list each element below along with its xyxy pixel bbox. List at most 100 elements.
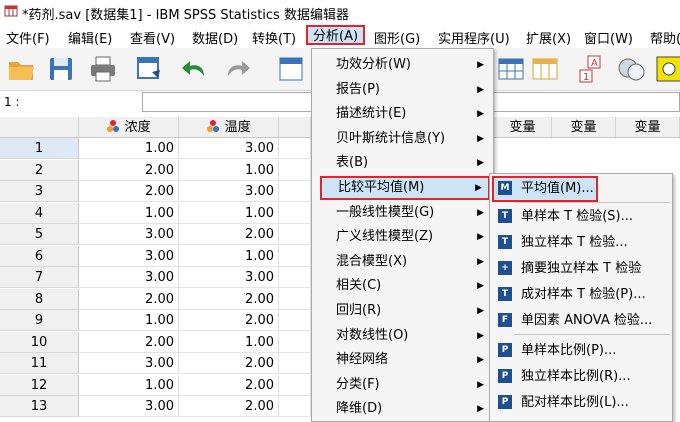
cell-empty[interactable] <box>279 331 311 353</box>
goto-case-icon[interactable] <box>276 54 306 84</box>
column-header-var[interactable]: 变量 <box>552 117 616 138</box>
cell-concentration[interactable]: 1.00 <box>79 202 179 224</box>
compare-means-item[interactable]: P 单样本比例(P)... <box>494 338 670 364</box>
column-header-var[interactable]: 变量 <box>494 117 552 138</box>
cell-empty[interactable] <box>279 267 311 288</box>
cell-concentration[interactable]: 1.00 <box>79 310 179 331</box>
cell-empty[interactable] <box>279 374 311 396</box>
menu-analyze[interactable]: 分析(A) <box>306 25 366 45</box>
row-number[interactable]: 1 <box>0 138 79 159</box>
analyze-menu-item[interactable]: 一般线性模型(G) ▶ <box>336 201 492 225</box>
compare-means-item[interactable]: F 单因素 ANOVA 检验... <box>494 308 670 334</box>
cell-temperature[interactable]: 1.00 <box>179 159 279 181</box>
row-number[interactable]: 11 <box>0 353 79 374</box>
row-number[interactable]: 8 <box>0 288 79 310</box>
cell-temperature[interactable]: 2.00 <box>179 396 279 417</box>
analyze-menu-item[interactable]: 相关(C) ▶ <box>336 274 492 298</box>
row-number[interactable]: 9 <box>0 310 79 331</box>
column-header-temperature[interactable]: 温度 <box>179 117 279 138</box>
menu-transform[interactable]: 转换(T) <box>252 28 296 47</box>
data-grid-icon[interactable] <box>496 54 526 84</box>
cell-empty[interactable] <box>279 224 311 245</box>
cell-empty[interactable] <box>279 245 311 267</box>
compare-means-item[interactable]: T 成对样本 T 检验(P)... <box>494 282 670 308</box>
undo-icon[interactable] <box>180 54 210 84</box>
cell-concentration[interactable]: 1.00 <box>79 138 179 159</box>
analyze-menu-item[interactable]: 贝叶斯统计信息(Y) ▶ <box>336 127 492 151</box>
cell-temperature[interactable]: 2.00 <box>179 224 279 245</box>
analyze-menu-item[interactable]: 分类(F) ▶ <box>336 373 492 397</box>
cell-concentration[interactable]: 2.00 <box>79 331 179 353</box>
analyze-menu-item[interactable]: 降维(D) ▶ <box>336 397 492 421</box>
row-number[interactable]: 3 <box>0 181 79 202</box>
row-number[interactable]: 6 <box>0 245 79 267</box>
cell-empty[interactable] <box>279 396 311 417</box>
cell-empty[interactable] <box>279 353 311 374</box>
analyze-menu-item[interactable]: 回归(R) ▶ <box>336 299 492 323</box>
analyze-menu-item[interactable]: 报告(P) ▶ <box>336 78 492 102</box>
analyze-menu-item[interactable]: 混合模型(X) ▶ <box>336 250 492 274</box>
menu-help[interactable]: 帮助(H) <box>650 28 680 47</box>
compare-means-item[interactable]: T 单样本 T 检验(S)... <box>494 204 670 230</box>
row-number[interactable]: 4 <box>0 202 79 224</box>
print-icon[interactable] <box>88 54 118 84</box>
use-sets-icon[interactable] <box>616 54 646 84</box>
cell-temperature[interactable]: 1.00 <box>179 331 279 353</box>
cell-temperature[interactable]: 3.00 <box>179 138 279 159</box>
cell-temperature[interactable]: 2.00 <box>179 310 279 331</box>
analyze-menu-item[interactable]: 对数线性(O) ▶ <box>336 324 492 348</box>
row-number[interactable]: 10 <box>0 331 79 353</box>
cell-concentration[interactable]: 3.00 <box>79 245 179 267</box>
cell-temperature[interactable]: 1.00 <box>179 245 279 267</box>
menu-view[interactable]: 查看(V) <box>130 28 175 47</box>
analyze-menu-item[interactable]: 描述统计(E) ▶ <box>336 102 492 126</box>
row-number[interactable]: 13 <box>0 396 79 417</box>
cell-concentration[interactable]: 3.00 <box>79 396 179 417</box>
cell-concentration[interactable]: 3.00 <box>79 224 179 245</box>
analyze-menu-item[interactable]: 广义线性模型(Z) ▶ <box>336 225 492 249</box>
cell-concentration[interactable]: 2.00 <box>79 288 179 310</box>
cell-temperature[interactable]: 2.00 <box>179 288 279 310</box>
column-header-var[interactable]: 变量 <box>616 117 680 138</box>
compare-means-item[interactable]: + 摘要独立样本 T 检验 <box>494 256 670 282</box>
cell-concentration[interactable]: 3.00 <box>79 267 179 288</box>
row-header-corner[interactable] <box>0 117 79 138</box>
cell-temperature[interactable]: 1.00 <box>179 202 279 224</box>
menu-utilities[interactable]: 实用程序(U) <box>438 28 510 47</box>
cell-empty[interactable] <box>279 202 311 224</box>
extension-icon[interactable] <box>654 54 680 84</box>
cell-empty[interactable] <box>279 159 311 181</box>
cell-concentration[interactable]: 3.00 <box>79 353 179 374</box>
cell-temperature[interactable]: 2.00 <box>179 374 279 396</box>
cell-temperature[interactable]: 3.00 <box>179 267 279 288</box>
cell-empty[interactable] <box>279 288 311 310</box>
analyze-menu-item[interactable]: 表(B) ▶ <box>336 151 492 175</box>
compare-means-item[interactable]: P 配对样本比例(L)... <box>494 390 670 416</box>
cell-temperature[interactable]: 2.00 <box>179 353 279 374</box>
redo-icon[interactable] <box>222 54 252 84</box>
analyze-menu-item[interactable]: 功效分析(W) ▶ <box>336 53 492 77</box>
open-folder-icon[interactable] <box>6 54 36 84</box>
cell-empty[interactable] <box>279 138 311 159</box>
menu-file[interactable]: 文件(F) <box>6 28 50 47</box>
cell-concentration[interactable]: 1.00 <box>79 374 179 396</box>
cell-temperature[interactable]: 3.00 <box>179 181 279 202</box>
cell-empty[interactable] <box>279 310 311 331</box>
cell-empty[interactable] <box>279 181 311 202</box>
menu-data[interactable]: 数据(D) <box>192 28 238 47</box>
menu-edit[interactable]: 编辑(E) <box>68 28 112 47</box>
split-file-icon[interactable] <box>530 54 560 84</box>
dialog-recall-icon[interactable] <box>134 54 164 84</box>
row-number[interactable]: 5 <box>0 224 79 245</box>
menu-graphs[interactable]: 图形(G) <box>374 28 420 47</box>
value-labels-icon[interactable]: A 1 <box>578 54 608 84</box>
column-header-concentration[interactable]: 浓度 <box>79 117 179 138</box>
row-number[interactable]: 7 <box>0 267 79 288</box>
analyze-menu-item[interactable]: 比较平均值(M) ▶ <box>320 176 490 200</box>
column-header-var[interactable] <box>279 117 311 138</box>
save-icon[interactable] <box>46 54 76 84</box>
analyze-menu-item[interactable]: 神经网络 ▶ <box>336 348 492 372</box>
row-number[interactable]: 2 <box>0 159 79 181</box>
row-number[interactable]: 12 <box>0 374 79 396</box>
cell-concentration[interactable]: 2.00 <box>79 181 179 202</box>
